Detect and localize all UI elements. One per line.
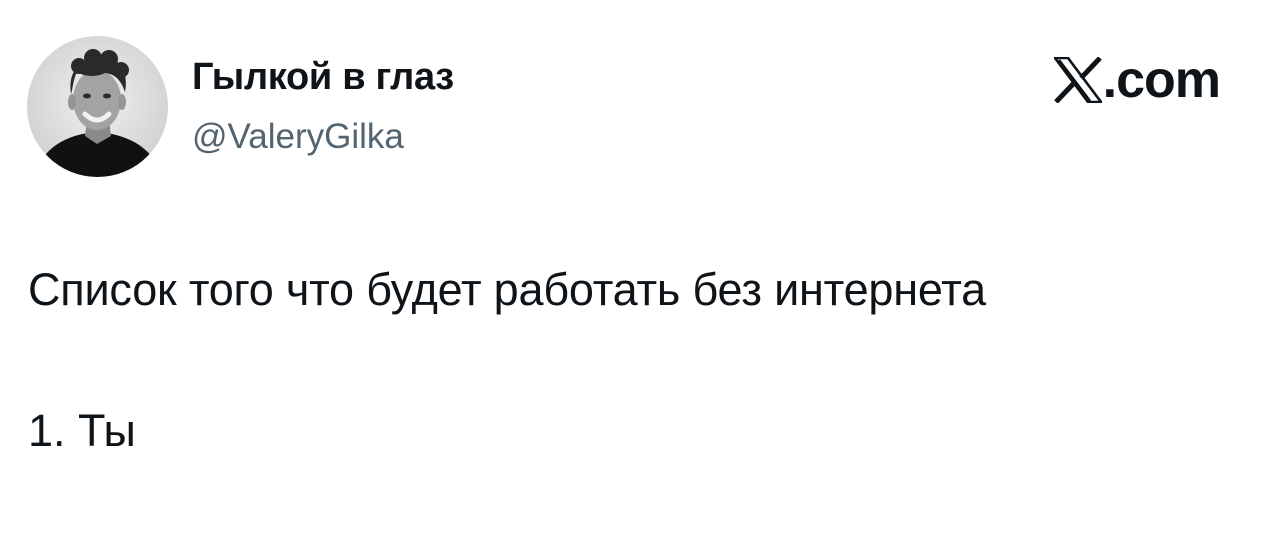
- brand-suffix: .com: [1102, 51, 1221, 109]
- avatar[interactable]: [27, 36, 168, 177]
- tweet-text: Список того что будет работать без интер…: [28, 264, 986, 315]
- tweet-card: Гылкой в глаз @ValeryGilka .com Список т…: [0, 0, 1280, 538]
- x-logo-icon: [1053, 57, 1102, 103]
- user-handle[interactable]: @ValeryGilka: [192, 117, 404, 157]
- tweet-list-item: 1. Ты: [28, 405, 136, 456]
- display-name[interactable]: Гылкой в глаз: [192, 56, 454, 99]
- profile-photo: [27, 36, 168, 177]
- brand-mark: .com: [1053, 51, 1221, 109]
